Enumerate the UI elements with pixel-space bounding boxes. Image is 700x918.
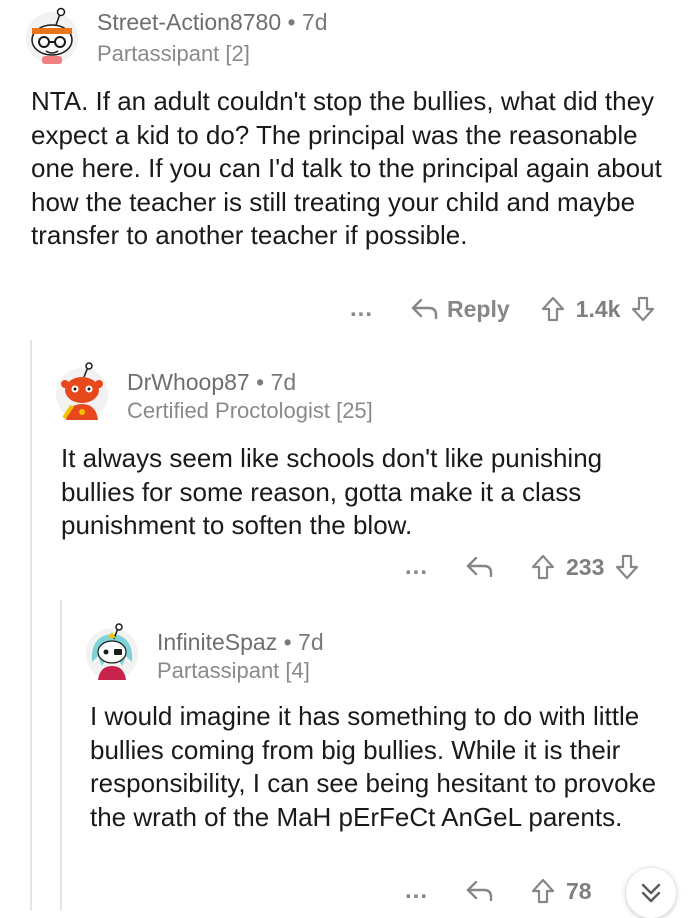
more-options-button[interactable]: ... xyxy=(350,295,373,323)
separator-dot: • xyxy=(283,629,292,655)
user-flair: Partassipant [2] xyxy=(97,41,250,66)
comment-drwhoop87: DrWhoop87 • 7d Certified Proctologist [2… xyxy=(0,340,700,600)
comment-actions: ... 233 xyxy=(405,550,640,584)
comment-infinitespaz: InfiniteSpaz • 7d Partassipant [4] I wou… xyxy=(0,600,700,911)
username[interactable]: InfiniteSpaz xyxy=(157,629,277,655)
reply-arrow-icon xyxy=(411,298,438,320)
username[interactable]: Street-Action8780 xyxy=(97,9,281,35)
downvote-arrow-icon[interactable] xyxy=(630,295,656,323)
reply-arrow-icon xyxy=(466,556,493,578)
upvote-arrow-icon[interactable] xyxy=(530,877,556,905)
reply-arrow-icon xyxy=(466,880,493,902)
vote-score: 1.4k xyxy=(575,295,621,322)
snoo-avatar-headband-icon xyxy=(26,7,78,64)
user-flair: Partassipant [4] xyxy=(157,658,310,683)
timestamp: 7d xyxy=(301,9,328,35)
double-chevron-down-icon xyxy=(641,883,661,903)
vote-score: 78 xyxy=(566,877,592,904)
separator-dot: • xyxy=(287,9,296,35)
username[interactable]: DrWhoop87 xyxy=(127,369,250,395)
comment-body: I would imagine it has something to do w… xyxy=(90,701,657,832)
upvote-arrow-icon[interactable] xyxy=(530,553,556,581)
vote-score: 233 xyxy=(566,553,605,580)
user-flair: Certified Proctologist [25] xyxy=(127,398,373,423)
avatar[interactable] xyxy=(82,622,142,682)
comment-street-action8780: Street-Action8780 • 7d Partassipant [2] … xyxy=(0,0,700,340)
reply-button[interactable] xyxy=(464,554,494,580)
avatar[interactable] xyxy=(52,362,112,422)
timestamp: 7d xyxy=(298,629,324,655)
comment-actions: ... Reply 1.4k xyxy=(350,292,656,326)
more-options-button[interactable]: ... xyxy=(405,553,428,581)
separator-dot: • xyxy=(256,369,265,395)
reply-button[interactable] xyxy=(464,878,494,904)
downvote-arrow-icon[interactable] xyxy=(614,553,640,581)
upvote-arrow-icon[interactable] xyxy=(540,295,566,323)
timestamp: 7d xyxy=(270,369,297,395)
reply-button[interactable]: Reply xyxy=(409,296,540,323)
snoo-avatar-red-icon xyxy=(56,362,108,420)
comment-body: NTA. If an adult couldn't stop the bulli… xyxy=(31,86,662,250)
comment-body: It always seem like schools don't like p… xyxy=(61,443,603,540)
reply-label: Reply xyxy=(447,295,510,322)
snoo-avatar-teal-hair-icon xyxy=(86,623,138,680)
avatar[interactable] xyxy=(22,6,82,66)
more-options-button[interactable]: ... xyxy=(405,877,428,905)
comment-actions: ... 78 xyxy=(405,874,602,908)
